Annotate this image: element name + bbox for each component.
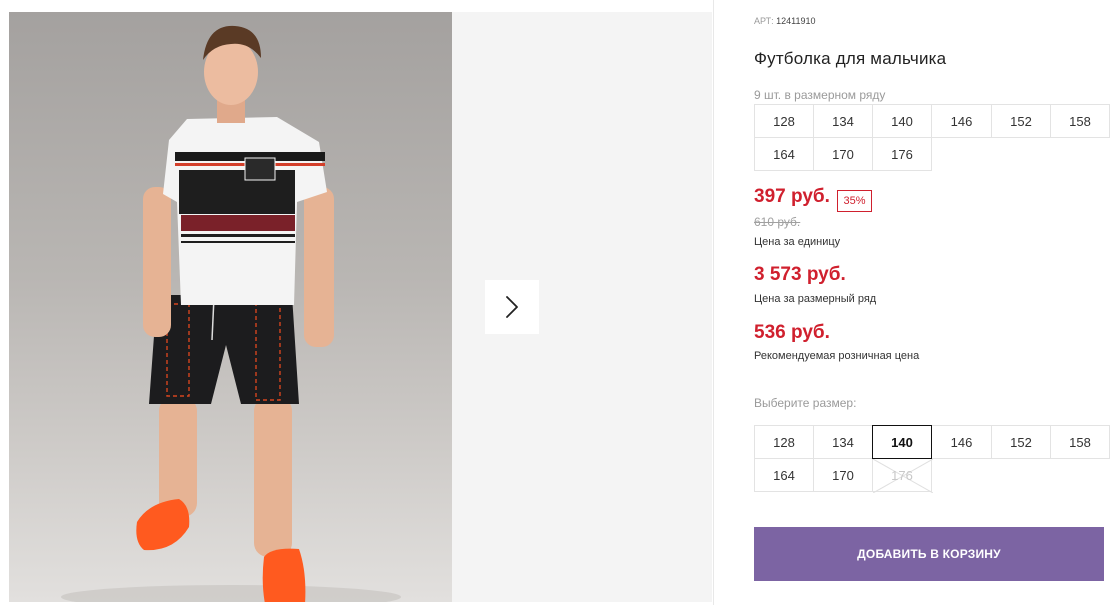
- size-option[interactable]: 170: [813, 458, 873, 492]
- unit-price-label: Цена за единицу: [754, 236, 841, 248]
- size-option[interactable]: 146: [931, 425, 992, 459]
- size-row-cell: 170: [813, 137, 873, 171]
- article-number: 12411910: [776, 16, 816, 26]
- article-label: АРТ:: [754, 16, 774, 26]
- size-option[interactable]: 152: [991, 425, 1051, 459]
- size-option[interactable]: 134: [813, 425, 873, 459]
- unit-price: 397 руб.: [754, 186, 830, 207]
- gallery-next-button[interactable]: [485, 280, 539, 334]
- size-row-cell: 128: [754, 104, 814, 138]
- discount-badge: 35%: [837, 190, 872, 212]
- product-photo-illustration: [61, 25, 401, 602]
- size-row-caption: 9 шт. в размерном ряду: [754, 88, 886, 102]
- product-photo: [9, 12, 452, 602]
- size-option-unavailable: 176: [872, 458, 933, 493]
- size-row-cell: 140: [872, 104, 932, 138]
- chevron-right-icon: [506, 296, 518, 318]
- size-option[interactable]: 164: [754, 458, 814, 492]
- product-title: Футболка для мальчика: [754, 49, 947, 68]
- size-option-selected[interactable]: 140: [872, 425, 932, 459]
- retail-price: 536 руб.: [754, 322, 830, 343]
- add-to-cart-button[interactable]: ДОБАВИТЬ В КОРЗИНУ: [754, 527, 1104, 581]
- size-row-price-label: Цена за размерный ряд: [754, 293, 877, 305]
- size-option-unavailable-label: 176: [891, 467, 913, 483]
- size-row-price: 3 573 руб.: [754, 264, 846, 285]
- size-row-cell: 146: [931, 104, 992, 138]
- size-row-cell: 158: [1050, 104, 1110, 138]
- size-option[interactable]: 158: [1050, 425, 1110, 459]
- old-price: 610 руб.: [754, 215, 801, 229]
- size-row-cell: 152: [991, 104, 1051, 138]
- retail-price-label: Рекомендуемая розничная цена: [754, 350, 920, 362]
- size-option[interactable]: 128: [754, 425, 814, 459]
- size-row-cell: 134: [813, 104, 873, 138]
- choose-size-label: Выберите размер:: [754, 396, 857, 410]
- panel-divider: [713, 0, 714, 605]
- size-row-cell: 164: [754, 137, 814, 171]
- article-code: АРТ: 12411910: [754, 16, 816, 26]
- size-row-cell: 176: [872, 137, 932, 171]
